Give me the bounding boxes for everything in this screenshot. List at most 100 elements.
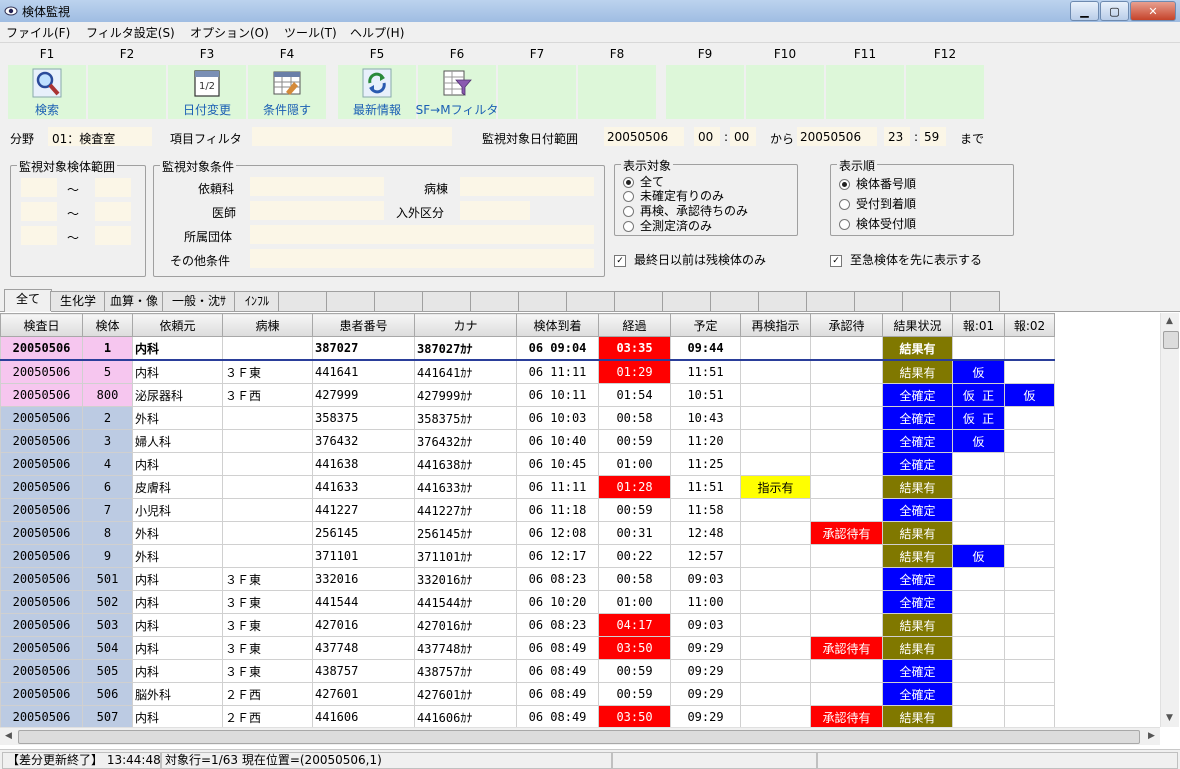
time-to-hour-field[interactable]: 23: [884, 127, 910, 146]
inout-field[interactable]: [460, 201, 530, 220]
tab-0[interactable]: 全て: [4, 289, 52, 312]
column-header-5[interactable]: カナ: [414, 313, 517, 337]
column-header-7[interactable]: 経過: [598, 313, 671, 337]
fkey-f3-date-change[interactable]: F3 1/2 日付変更: [168, 43, 246, 121]
org-field[interactable]: [250, 225, 594, 244]
menu-options[interactable]: オプション(O): [190, 24, 269, 41]
range-from-2[interactable]: [21, 202, 57, 221]
table-row[interactable]: 20050506 502 内科 ３Ｆ東 441544 441544ｶﾅ 06 10:20 01…: [0, 590, 1055, 614]
column-header-4[interactable]: 患者番号: [312, 313, 415, 337]
menu-file[interactable]: ファイル(F): [6, 24, 70, 41]
table-row[interactable]: 20050506 7 小児科 441227 441227ｶﾅ 06 11:18 00:59 1…: [0, 498, 1055, 522]
minimize-button[interactable]: ▁: [1070, 1, 1099, 21]
fkey-f4-hide-conditions[interactable]: F4 条件隠す: [248, 43, 326, 121]
tab-17[interactable]: [854, 291, 904, 311]
column-header-3[interactable]: 病棟: [222, 313, 313, 337]
fkey-f7[interactable]: F7: [498, 43, 576, 121]
tab-15[interactable]: [758, 291, 808, 311]
menu-tools[interactable]: ツール(T): [284, 24, 337, 41]
column-header-0[interactable]: 検査日: [0, 313, 83, 337]
order-option-reception[interactable]: 検体受付順: [839, 215, 916, 232]
table-row[interactable]: 20050506 5 内科 ３Ｆ東 441641 441641ｶﾅ 06 11:11 01:2…: [0, 359, 1055, 384]
menu-help[interactable]: ヘルプ(H): [350, 24, 404, 41]
fkey-f10[interactable]: F10: [746, 43, 824, 121]
other-field[interactable]: [250, 249, 594, 268]
tab-16[interactable]: [806, 291, 856, 311]
horizontal-scroll-thumb[interactable]: [18, 730, 1140, 744]
scroll-up-icon[interactable]: ▲: [1166, 316, 1173, 326]
tab-18[interactable]: [902, 291, 952, 311]
order-option-specimen[interactable]: 検体番号順: [839, 175, 916, 192]
date-from-field[interactable]: 20050506: [604, 127, 684, 146]
vertical-scrollbar[interactable]: ▲ ▼: [1160, 313, 1179, 727]
table-row[interactable]: 20050506 6 皮膚科 441633 441633ｶﾅ 06 11:11 01:28 1…: [0, 475, 1055, 499]
ward-field[interactable]: [460, 177, 594, 196]
vertical-scroll-thumb[interactable]: [1163, 331, 1179, 349]
time-from-hour-field[interactable]: 00: [694, 127, 720, 146]
table-row[interactable]: 20050506 800 泌尿器科 ３Ｆ西 427999 427999ｶﾅ 06 10:11…: [0, 383, 1055, 407]
range-from-1[interactable]: [21, 178, 57, 197]
column-header-10[interactable]: 承認待: [810, 313, 883, 337]
tab-19[interactable]: [950, 291, 1000, 311]
tab-14[interactable]: [710, 291, 760, 311]
tab-5[interactable]: [278, 291, 328, 311]
doctor-field[interactable]: [250, 201, 384, 220]
table-row[interactable]: 20050506 504 内科 ３Ｆ東 437748 437748ｶﾅ 06 08:49 03…: [0, 636, 1055, 660]
tab-2[interactable]: 血算・像: [104, 291, 164, 311]
fkey-f6-filter[interactable]: F6 SF→Mフィルタ: [416, 43, 498, 121]
table-row[interactable]: 20050506 3 婦人科 376432 376432ｶﾅ 06 10:40 00:59 1…: [0, 429, 1055, 453]
scroll-left-icon[interactable]: ◀: [5, 731, 12, 741]
column-header-9[interactable]: 再検指示: [740, 313, 811, 337]
display-option-measured[interactable]: 全測定済のみ: [623, 217, 712, 234]
date-to-field[interactable]: 20050506: [797, 127, 877, 146]
fkey-f12[interactable]: F12: [906, 43, 984, 121]
table-row[interactable]: 20050506 501 内科 ３Ｆ東 332016 332016ｶﾅ 06 08:23 00…: [0, 567, 1055, 591]
fkey-f1-search[interactable]: F1 検索: [8, 43, 86, 121]
tab-3[interactable]: 一般・沈ｻ: [162, 291, 236, 311]
fkey-f5-refresh[interactable]: F5 最新情報: [338, 43, 416, 121]
column-header-6[interactable]: 検体到着: [516, 313, 599, 337]
table-row[interactable]: 20050506 505 内科 ３Ｆ東 438757 438757ｶﾅ 06 08:49 00…: [0, 659, 1055, 683]
column-header-11[interactable]: 結果状況: [882, 313, 953, 337]
column-header-13[interactable]: 報:02: [1004, 313, 1055, 337]
fkey-f8[interactable]: F8: [578, 43, 656, 121]
range-from-3[interactable]: [21, 226, 57, 245]
fkey-f9[interactable]: F9: [666, 43, 744, 121]
table-row[interactable]: 20050506 4 内科 441638 441638ｶﾅ 06 10:45 01:00 11…: [0, 452, 1055, 476]
tab-7[interactable]: [374, 291, 424, 311]
tab-1[interactable]: 生化学: [50, 291, 106, 311]
scroll-right-icon[interactable]: ▶: [1148, 731, 1155, 741]
order-option-arrival[interactable]: 受付到着順: [839, 195, 916, 212]
column-header-2[interactable]: 依頼元: [132, 313, 223, 337]
range-to-2[interactable]: [95, 202, 131, 221]
close-button[interactable]: ✕: [1130, 1, 1176, 21]
tab-4[interactable]: ｲﾝﾌﾙ: [234, 291, 280, 311]
fkey-f11[interactable]: F11: [826, 43, 904, 121]
table-row[interactable]: 20050506 9 外科 371101 371101ｶﾅ 06 12:17 00:22 12…: [0, 544, 1055, 568]
table-row[interactable]: 20050506 8 外科 256145 256145ｶﾅ 06 12:08 00:31 12…: [0, 521, 1055, 545]
tab-6[interactable]: [326, 291, 376, 311]
field-value-box[interactable]: 01：検査室: [48, 127, 152, 146]
last-day-checkbox[interactable]: ✓ 最終日以前は残検体のみ: [614, 251, 766, 268]
table-row[interactable]: 20050506 2 外科 358375 358375ｶﾅ 06 10:03 00:58 10…: [0, 406, 1055, 430]
scroll-down-icon[interactable]: ▼: [1166, 713, 1173, 723]
tab-10[interactable]: [518, 291, 568, 311]
maximize-button[interactable]: ▢: [1100, 1, 1129, 21]
horizontal-scrollbar[interactable]: ◀ ▶: [0, 727, 1160, 745]
time-to-minute-field[interactable]: 59: [920, 127, 946, 146]
table-row[interactable]: 20050506 507 内科 ２Ｆ西 441606 441606ｶﾅ 06 08:49 03…: [0, 705, 1055, 727]
range-to-1[interactable]: [95, 178, 131, 197]
fkey-f2[interactable]: F2: [88, 43, 166, 121]
range-to-3[interactable]: [95, 226, 131, 245]
tab-13[interactable]: [662, 291, 712, 311]
tab-9[interactable]: [470, 291, 520, 311]
column-header-12[interactable]: 報:01: [952, 313, 1005, 337]
menu-filter-settings[interactable]: フィルタ設定(S): [86, 24, 175, 41]
column-header-8[interactable]: 予定: [670, 313, 741, 337]
tab-11[interactable]: [566, 291, 616, 311]
item-filter-field[interactable]: [252, 127, 452, 146]
table-row[interactable]: 20050506 1 内科 387027 387027ｶﾅ 06 09:04 03:35 09…: [0, 336, 1055, 361]
tab-12[interactable]: [614, 291, 664, 311]
table-row[interactable]: 20050506 506 脳外科 ２Ｆ西 427601 427601ｶﾅ 06 08:49 0…: [0, 682, 1055, 706]
urgent-first-checkbox[interactable]: ✓ 至急検体を先に表示する: [830, 251, 982, 268]
